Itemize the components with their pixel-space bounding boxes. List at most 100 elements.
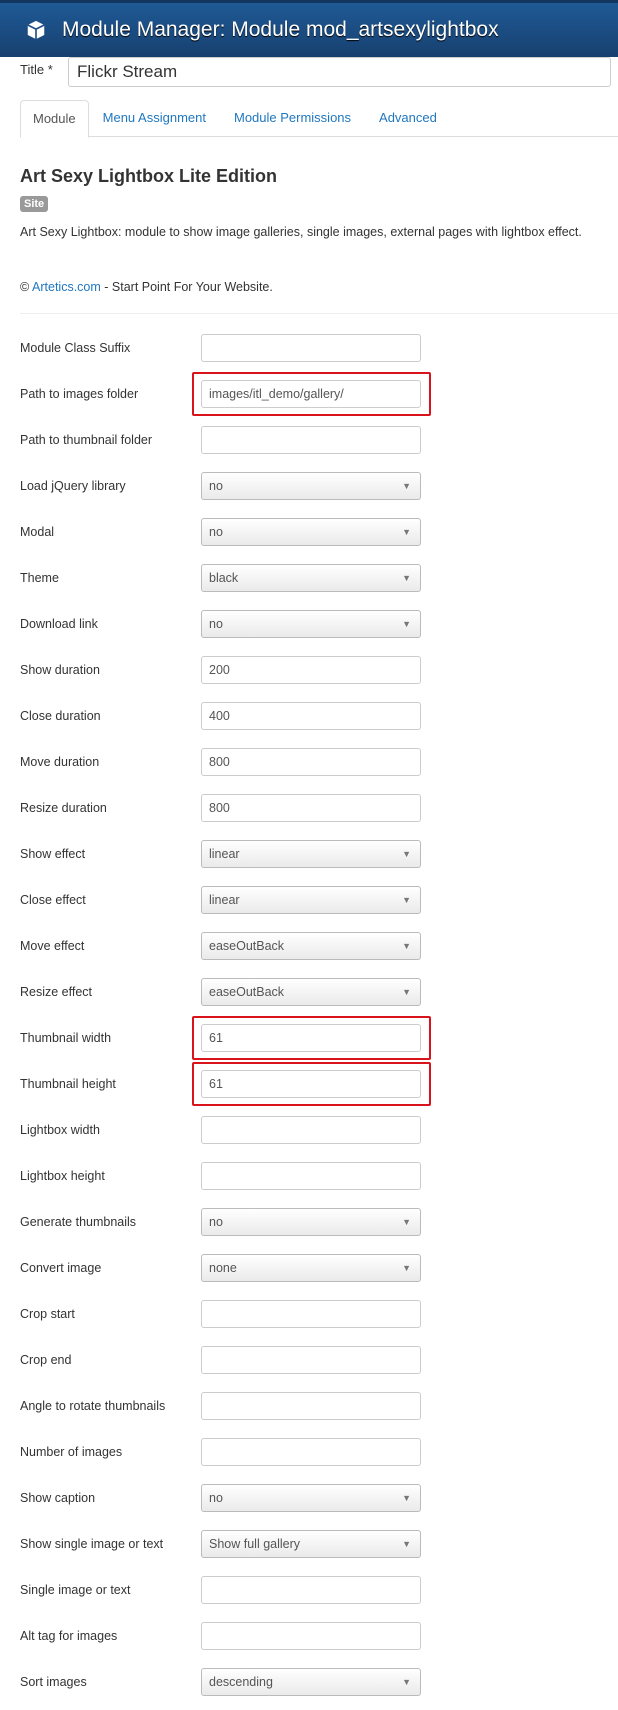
dropdown-arrow-icon: ▼ [402, 573, 411, 583]
form-row: Convert image none ▼ [20, 1254, 430, 1282]
form-row: Thumbnail height 61 [20, 1062, 431, 1106]
page-title: Module Manager: Module mod_artsexylightb… [62, 18, 499, 41]
label-convert-image: Convert image [20, 1261, 102, 1275]
artetics-link[interactable]: Artetics.com [32, 280, 101, 294]
copyright-symbol: © [20, 280, 30, 294]
select-sort-images[interactable]: descending ▼ [201, 1668, 421, 1696]
title-input[interactable] [68, 57, 611, 87]
form-row: Close duration 400 [20, 702, 430, 730]
input-path-to-thumbnail-folder[interactable] [201, 426, 421, 454]
dropdown-arrow-icon: ▼ [402, 527, 411, 537]
input-crop-start[interactable] [201, 1300, 421, 1328]
tab-menu-assignment[interactable]: Menu Assignment [89, 100, 220, 136]
copyright-text: - Start Point For Your Website. [100, 280, 273, 294]
form-row: Generate thumbnails no ▼ [20, 1208, 430, 1236]
dropdown-arrow-icon: ▼ [402, 849, 411, 859]
form-row: Resize effect easeOutBack ▼ [20, 978, 430, 1006]
label-thumbnail-height: Thumbnail height [20, 1077, 116, 1091]
divider [20, 313, 618, 314]
input-resize-duration[interactable]: 800 [201, 794, 421, 822]
site-badge: Site [20, 196, 49, 212]
page-header: Module Manager: Module mod_artsexylightb… [0, 0, 618, 57]
input-close-duration[interactable]: 400 [201, 702, 421, 730]
label-single-image-or-text: Single image or text [20, 1583, 131, 1597]
select-resize-effect[interactable]: easeOutBack ▼ [201, 978, 421, 1006]
select-value: no [209, 525, 223, 539]
select-convert-image[interactable]: none ▼ [201, 1254, 421, 1282]
select-download-link[interactable]: no ▼ [201, 610, 421, 638]
cube-icon [27, 20, 45, 40]
select-show-caption[interactable]: no ▼ [201, 1484, 421, 1512]
label-thumbnail-width: Thumbnail width [20, 1031, 112, 1045]
label-close-duration: Close duration [20, 709, 101, 723]
select-show-single-image-or-text[interactable]: Show full gallery ▼ [201, 1530, 421, 1558]
module-heading: Art Sexy Lightbox Lite Edition [20, 166, 278, 186]
input-move-duration[interactable]: 800 [201, 748, 421, 776]
tab-module[interactable]: Module [20, 100, 89, 138]
input-angle-to-rotate-thumbnails[interactable] [201, 1392, 421, 1420]
dropdown-arrow-icon: ▼ [402, 987, 411, 997]
form-row: Module Class Suffix [20, 334, 430, 362]
label-sort-images: Sort images [20, 1675, 87, 1689]
select-load-jquery-library[interactable]: no ▼ [201, 472, 421, 500]
form-row: Move duration 800 [20, 748, 430, 776]
tab-module-permissions[interactable]: Module Permissions [220, 100, 365, 136]
form-row: Lightbox width [20, 1116, 430, 1144]
select-value: easeOutBack [209, 985, 285, 999]
select-close-effect[interactable]: linear ▼ [201, 886, 421, 914]
select-move-effect[interactable]: easeOutBack ▼ [201, 932, 421, 960]
module-description: Art Sexy Lightbox: module to show image … [20, 225, 582, 239]
dropdown-arrow-icon: ▼ [402, 1539, 411, 1549]
select-modal[interactable]: no ▼ [201, 518, 421, 546]
input-crop-end[interactable] [201, 1346, 421, 1374]
label-modal: Modal [20, 525, 55, 539]
form-row: Path to images folder images/itl_demo/gal… [20, 372, 431, 416]
label-move-effect: Move effect [20, 939, 85, 953]
label-alt-tag-for-images: Alt tag for images [20, 1629, 118, 1643]
input-single-image-or-text[interactable] [201, 1576, 421, 1604]
dropdown-arrow-icon: ▼ [402, 941, 411, 951]
form-row: Path to thumbnail folder [20, 426, 430, 454]
form-row: Show single image or text Show full galle… [20, 1530, 430, 1558]
form-row: Number of images [20, 1438, 430, 1466]
label-close-effect: Close effect [20, 893, 86, 907]
input-lightbox-height[interactable] [201, 1162, 421, 1190]
tab-advanced[interactable]: Advanced [365, 100, 451, 136]
form-row: Alt tag for images [20, 1622, 430, 1650]
input-lightbox-width[interactable] [201, 1116, 421, 1144]
form-row: Show duration 200 [20, 656, 430, 684]
dropdown-arrow-icon: ▼ [402, 1677, 411, 1687]
select-value: no [209, 479, 223, 493]
select-value: no [209, 1215, 223, 1229]
select-theme[interactable]: black ▼ [201, 564, 421, 592]
select-value: linear [209, 893, 240, 907]
input-number-of-images[interactable] [201, 1438, 421, 1466]
select-value: easeOutBack [209, 939, 285, 953]
tab-bar: Module Menu Assignment Module Permission… [20, 100, 618, 138]
dropdown-arrow-icon: ▼ [402, 1217, 411, 1227]
dropdown-arrow-icon: ▼ [402, 481, 411, 491]
input-show-duration[interactable]: 200 [201, 656, 421, 684]
form-row: Theme black ▼ [20, 564, 430, 592]
input-alt-tag-for-images[interactable] [201, 1622, 421, 1650]
form-row: Resize duration 800 [20, 794, 430, 822]
form-row: Lightbox height [20, 1162, 430, 1190]
label-resize-duration: Resize duration [20, 801, 107, 815]
select-value: Show full gallery [209, 1537, 301, 1551]
label-show-caption: Show caption [20, 1491, 96, 1505]
label-generate-thumbnails: Generate thumbnails [20, 1215, 137, 1229]
label-show-single-image-or-text: Show single image or text [20, 1537, 164, 1551]
form-row: Thumbnail width 61 [20, 1016, 431, 1060]
label-module-class-suffix: Module Class Suffix [20, 341, 131, 355]
input-module-class-suffix[interactable] [201, 334, 421, 362]
highlight-box [192, 1016, 431, 1060]
label-move-duration: Move duration [20, 755, 100, 769]
label-show-effect: Show effect [20, 847, 86, 861]
form-row: Crop end [20, 1346, 430, 1374]
form-row: Move effect easeOutBack ▼ [20, 932, 430, 960]
select-show-effect[interactable]: linear ▼ [201, 840, 421, 868]
dropdown-arrow-icon: ▼ [402, 1263, 411, 1273]
form-row: Sort images descending ▼ [20, 1668, 430, 1696]
select-generate-thumbnails[interactable]: no ▼ [201, 1208, 421, 1236]
dropdown-arrow-icon: ▼ [402, 619, 411, 629]
